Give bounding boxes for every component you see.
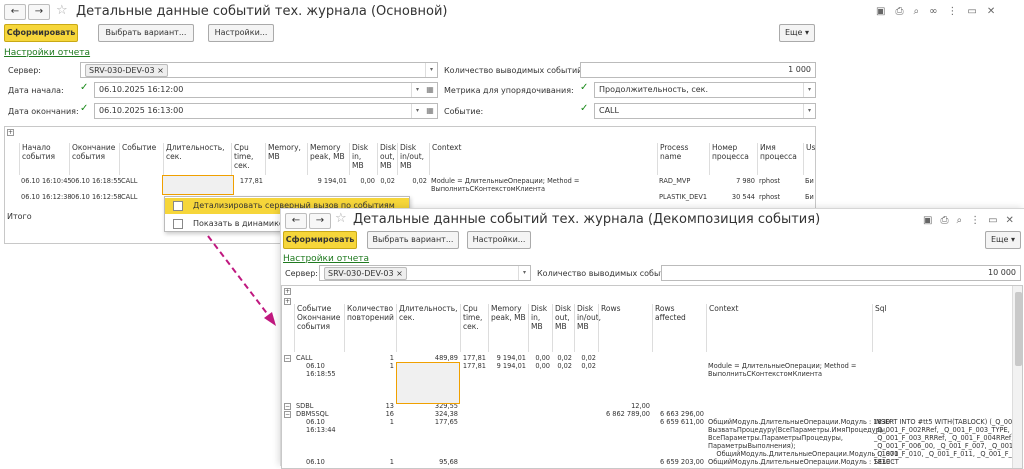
count-label: Количество выводимых событий: (537, 269, 679, 278)
table-cell[interactable]: 0,02 (554, 354, 572, 362)
favorite-star-icon[interactable]: ☆ (335, 211, 347, 226)
scrollbar-thumb[interactable] (1015, 292, 1022, 366)
restore-icon[interactable]: ▭ (988, 215, 997, 226)
table-cell[interactable]: 0,02 (554, 362, 572, 370)
title-toolbar: ▣ ⎙ ⌕ ⋮ ▭ ✕ (923, 215, 1014, 226)
table-cell[interactable]: 0,00 (530, 354, 550, 362)
table-cell[interactable]: ОбщийМодуль.ДлительныеОперации.Модуль : … (708, 458, 894, 466)
settings-button[interactable]: Настройки... (467, 231, 531, 249)
table-cell[interactable]: 1 (346, 354, 394, 362)
table-cell[interactable]: 16 (346, 410, 394, 418)
table-cell[interactable]: 0,00 (530, 362, 550, 370)
column-header[interactable]: Rows (598, 304, 652, 352)
more-button[interactable]: Еще ▾ (985, 231, 1021, 249)
column-header[interactable]: Cpu time, сек. (460, 304, 488, 352)
column-header[interactable]: Context (706, 304, 872, 352)
save-icon[interactable]: ▣ (923, 215, 932, 226)
table-cell[interactable]: Module = ДлительныеОперации; Method = Вы… (708, 362, 870, 378)
nav-buttons: ← → (285, 213, 333, 229)
table-cell[interactable]: 0,02 (576, 362, 596, 370)
remove-tag-icon[interactable]: × (396, 269, 403, 278)
chevron-down-icon[interactable]: ▾ (518, 266, 530, 280)
arrow-head-icon (264, 312, 276, 326)
server-tag: SRV-030-DEV-03 (328, 269, 394, 278)
table-cell[interactable]: 12,00 (600, 402, 650, 410)
column-header[interactable]: Sql (872, 304, 1012, 352)
collapse-icon[interactable]: − (284, 411, 291, 418)
count-input[interactable]: 10 000 (661, 265, 1021, 281)
table-cell[interactable]: 0,02 (576, 354, 596, 362)
search-icon[interactable]: ⌕ (956, 215, 962, 226)
column-header[interactable]: Длительность, сек. (396, 304, 460, 352)
server-field[interactable]: SRV-030-DEV-03 × ▾ (319, 265, 531, 281)
expand-icon[interactable]: + (284, 298, 291, 305)
table-cell[interactable]: 1 (346, 362, 394, 370)
report-table: + + Событие Окончание события Количество … (281, 285, 1023, 469)
table-cell[interactable]: ОбщийМодуль.ДлительныеОперации.Модуль : … (708, 418, 898, 458)
column-header[interactable]: Количество повторений (344, 304, 396, 352)
close-icon[interactable]: ✕ (1006, 215, 1014, 226)
table-cell[interactable]: 324,38 (398, 410, 458, 418)
back-arrow-icon[interactable]: ← (285, 213, 307, 229)
table-cell[interactable]: 6 862 789,00 (600, 410, 650, 418)
table-cell[interactable]: SDBL (296, 402, 342, 410)
decomposition-report-window: ← → ☆ Детальные данные событий тех. журн… (280, 208, 1024, 469)
window-title: Детальные данные событий тех. журнала (Д… (353, 212, 821, 227)
column-header[interactable]: Disk in, MB (528, 304, 552, 352)
collapse-icon[interactable]: − (284, 403, 291, 410)
menu-more-icon[interactable]: ⋮ (970, 215, 980, 226)
column-header[interactable]: Disk out, MB (552, 304, 574, 352)
column-header[interactable]: Событие Окончание события (294, 304, 344, 352)
expand-icon[interactable]: + (284, 288, 291, 295)
column-header[interactable]: Memory peak, MB (488, 304, 528, 352)
table-cell[interactable]: 95,68 (398, 458, 458, 466)
print-icon[interactable]: ⎙ (940, 215, 948, 226)
table-cell[interactable]: 1 (346, 458, 394, 466)
table-cell[interactable]: DBMSSQL (296, 410, 342, 418)
choose-variant-button[interactable]: Выбрать вариант... (367, 231, 459, 249)
table-cell[interactable]: 1 (346, 418, 394, 426)
table-cell[interactable]: 6 659 203,00 (654, 458, 704, 466)
vertical-scrollbar[interactable] (1012, 286, 1022, 468)
table-cell[interactable]: 9 194,01 (490, 362, 526, 370)
collapse-icon[interactable]: − (284, 355, 291, 362)
column-header[interactable]: Disk in/out, MB (574, 304, 601, 352)
table-cell[interactable]: SELECT (874, 458, 1010, 466)
table-cell[interactable]: 9 194,01 (490, 354, 526, 362)
table-cell[interactable]: 489,89 (398, 354, 458, 362)
table-cell[interactable]: 177,65 (398, 418, 458, 426)
table-cell[interactable]: 6 659 611,00 (654, 418, 704, 426)
more-label: Еще (990, 235, 1009, 244)
selected-cell[interactable] (396, 362, 460, 404)
server-label: Сервер: (285, 269, 318, 278)
run-report-button[interactable]: Сформировать (283, 231, 357, 249)
forward-arrow-icon[interactable]: → (309, 213, 331, 229)
table-cell[interactable]: 177,81 (462, 354, 486, 362)
table-cell[interactable]: CALL (296, 354, 342, 362)
table-cell[interactable]: 6 663 296,00 (654, 410, 704, 418)
table-cell[interactable]: INSERT INTO #tt5 WITH(TABLOCK) (_Q_001_F… (874, 418, 1022, 458)
arrow-line (207, 235, 273, 321)
table-cell[interactable]: 13 (346, 402, 394, 410)
column-header[interactable]: Rows affected (652, 304, 706, 352)
report-settings-link[interactable]: Настройки отчета (283, 254, 369, 264)
table-cell[interactable]: 177,81 (462, 362, 486, 370)
